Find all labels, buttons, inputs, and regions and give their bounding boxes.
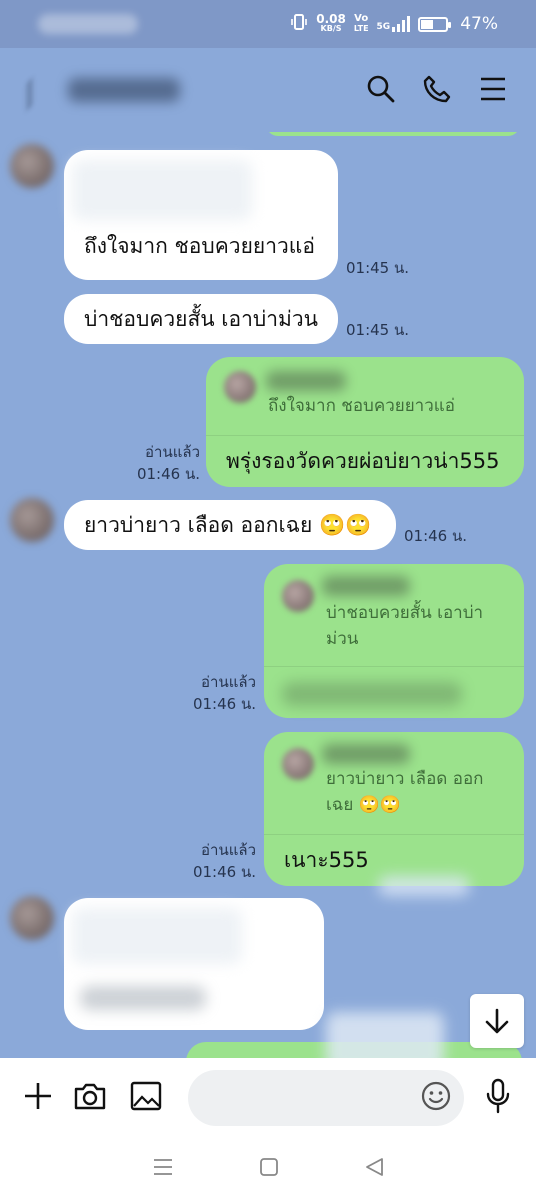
vibrate-icon [290, 13, 308, 36]
chat-title-blurred [68, 78, 180, 102]
message-bubble-partial[interactable] [266, 132, 520, 136]
message-time: 01:46 น. [404, 527, 468, 545]
message-bubble-outgoing[interactable]: ยาวบ่ายาว เลือด ออก เฉย 🙄🙄 เนาะ555 [264, 732, 524, 886]
avatar[interactable] [10, 144, 54, 188]
battery-percent: 47% [460, 14, 498, 34]
scroll-to-bottom-button[interactable] [470, 994, 524, 1048]
message-bubble-incoming[interactable]: ถึงใจมาก ชอบควยยาวแอ่ [64, 150, 338, 280]
message-text: พรุ่งรองวัดควยผ่อบ่ยาวน่า555 [226, 449, 500, 473]
quote-avatar [282, 580, 314, 612]
message-text: เนาะ555 [284, 848, 369, 872]
signal-icon: 5G [377, 16, 411, 32]
message-text: ถึงใจมาก ชอบควยยาวแอ่ [84, 234, 315, 258]
arrow-down-icon [485, 1008, 509, 1034]
quote-avatar [282, 748, 314, 780]
message-time: 01:46 น. [136, 465, 200, 483]
quoted-text: ม่วน [326, 629, 359, 649]
message-time: 01:46 น. [192, 863, 256, 881]
message-bubble-outgoing[interactable]: บ่าชอบควยสั้น เอาบ่า ม่วน [264, 564, 524, 718]
camera-icon[interactable] [72, 1078, 108, 1114]
read-receipt: อ่านแล้ว [201, 673, 256, 691]
home-icon[interactable] [259, 1157, 279, 1181]
message-bubble-incoming[interactable]: บ่าชอบควยสั้น เอาบ่าม่วน [64, 294, 338, 344]
message-time: 01:45 น. [346, 259, 410, 277]
read-receipt: อ่านแล้ว [145, 443, 200, 461]
quote-divider [264, 666, 524, 667]
blurred-region [326, 1012, 444, 1058]
image-icon[interactable] [128, 1078, 164, 1114]
menu-icon[interactable] [476, 72, 510, 106]
message-text: ยาวบ่ายาว เลือด ออกเฉย 🙄🙄 [84, 513, 372, 537]
chat-area[interactable]: ถึงใจมาก ชอบควยยาวแอ่ 01:45 น. บ่าชอบควย… [0, 132, 536, 1058]
message-bubble-incoming[interactable] [64, 898, 324, 1030]
message-bubble-outgoing[interactable]: ถึงใจมาก ชอบควยยาวแอ่ พรุ่งรองวัดควยผ่อบ… [206, 357, 524, 487]
status-bar: 0.08 KB/S Vo LTE 5G 47% [0, 0, 536, 48]
message-text-blurred [282, 682, 462, 706]
link-preview-blurred [72, 160, 252, 220]
quoted-text: ถึงใจมาก ชอบควยยาวแอ่ [268, 396, 455, 416]
avatar[interactable] [10, 498, 54, 542]
recent-apps-icon[interactable] [152, 1157, 174, 1181]
read-receipt: อ่านแล้ว [201, 841, 256, 859]
message-time: 01:46 น. [192, 695, 256, 713]
back-button[interactable] [28, 70, 46, 110]
message-time: 01:45 น. [346, 321, 410, 339]
emoji-icon[interactable] [418, 1078, 454, 1114]
composer-bar [0, 1058, 536, 1138]
network-speed: 0.08 KB/S [316, 12, 346, 33]
link-preview-blurred [72, 908, 242, 964]
back-icon[interactable] [364, 1157, 384, 1181]
quote-divider [206, 435, 524, 436]
chat-header [0, 48, 536, 132]
battery-icon [418, 16, 452, 32]
quote-sender-blurred [322, 576, 410, 596]
quote-avatar [224, 371, 256, 403]
microphone-icon[interactable] [480, 1078, 516, 1114]
message-bubble-incoming[interactable]: ยาวบ่ายาว เลือด ออกเฉย 🙄🙄 [64, 500, 396, 550]
message-text: บ่าชอบควยสั้น เอาบ่าม่วน [84, 307, 319, 331]
phone-icon[interactable] [420, 72, 454, 106]
system-nav-bar [0, 1138, 536, 1200]
blurred-region [378, 876, 470, 896]
volte-indicator: Vo LTE [353, 13, 369, 34]
quote-divider [264, 834, 524, 835]
quoted-text: ยาวบ่ายาว เลือด ออก [326, 769, 484, 789]
quote-sender-blurred [322, 744, 410, 764]
message-text-blurred [80, 986, 206, 1010]
quote-sender-blurred [266, 371, 346, 391]
avatar[interactable] [10, 896, 54, 940]
quoted-text: เฉย 🙄🙄 [326, 795, 402, 815]
plus-icon[interactable] [20, 1078, 56, 1114]
quoted-text: บ่าชอบควยสั้น เอาบ่า [326, 603, 484, 623]
status-time-blurred [38, 14, 138, 34]
search-icon[interactable] [364, 72, 398, 106]
